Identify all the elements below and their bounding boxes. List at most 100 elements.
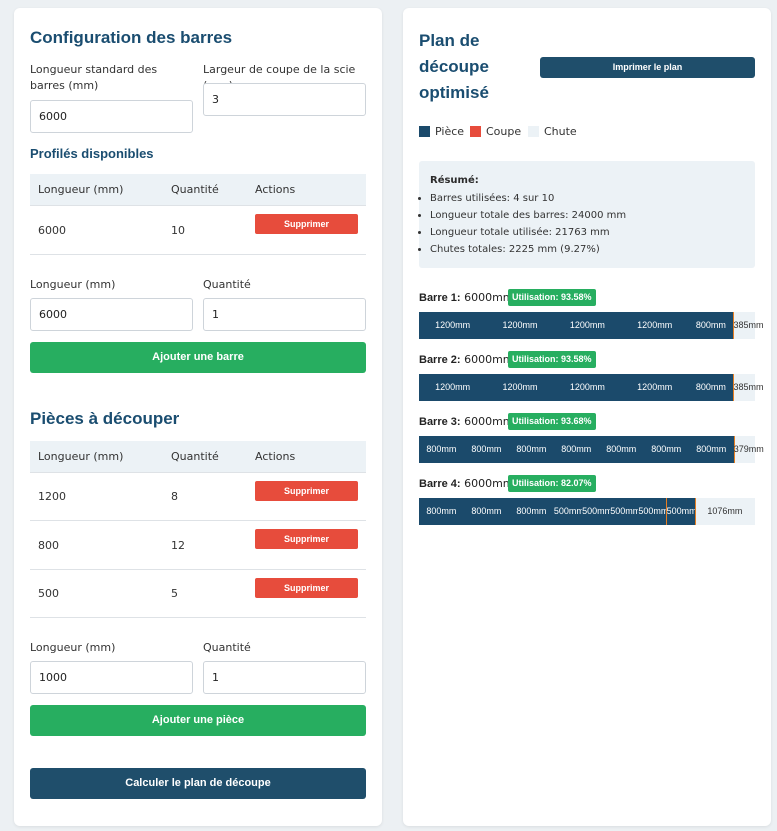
row-length: 6000 — [38, 224, 66, 237]
summary-item: Barres utilisées: 4 sur 10 — [430, 190, 626, 207]
bar-piece: 800mm — [419, 436, 464, 463]
bar-piece: 1200mm — [419, 374, 487, 401]
bar-title: Barre 1: 6000mm — [419, 291, 514, 304]
cut-swatch — [470, 126, 481, 137]
table-row: 1200 8 Supprimer — [30, 473, 366, 521]
utilisation-badge: Utilisation: 93.58% — [508, 351, 596, 368]
bar-waste: 385mm — [733, 320, 764, 330]
print-button[interactable]: Imprimer le plan — [540, 57, 755, 78]
pieces-table-header: Longueur (mm) Quantité Actions — [30, 441, 366, 473]
bar-title: Barre 2: 6000mm — [419, 353, 514, 366]
table-row: 6000 10 Supprimer — [30, 206, 366, 255]
delete-button[interactable]: Supprimer — [255, 529, 358, 549]
new-piece-length-label: Longueur (mm) — [30, 641, 116, 654]
bar-piece: 800mm — [463, 498, 509, 525]
bar-length: 6000mm — [460, 477, 514, 490]
bar-title: Barre 3: 6000mm — [419, 415, 514, 428]
new-bar-length-input[interactable]: 6000 — [30, 298, 193, 331]
summary-item: Chutes totales: 2225 mm (9.27%) — [430, 241, 626, 258]
row-length: 800 — [38, 539, 59, 552]
col-qty: Quantité — [171, 450, 219, 463]
legend-waste: Chute — [544, 125, 577, 138]
col-qty: Quantité — [171, 183, 219, 196]
cutting-bar: 800mm 800mm 800mm 500mm 500mm 500mm 500mm 500mm… — [419, 498, 755, 525]
plan-panel: Plan de découpe optimisé Imprimer le pla… — [403, 8, 771, 826]
delete-button[interactable]: Supprimer — [255, 481, 358, 501]
col-actions: Actions — [255, 450, 296, 463]
bar-piece: 500mm — [582, 498, 611, 525]
bar-piece: 800mm — [688, 436, 734, 463]
plan-title-line: découpe — [419, 57, 489, 76]
utilisation-badge: Utilisation: 93.58% — [508, 289, 596, 306]
row-length: 500 — [38, 587, 59, 600]
cutting-bar: 800mm 800mm 800mm 800mm 800mm 800mm 800mm 379mm — [419, 436, 764, 463]
bar-piece: 1200mm — [486, 374, 554, 401]
plan-title: Plan de découpe optimisé — [419, 28, 489, 106]
bar-piece: 800mm — [419, 498, 464, 525]
row-qty: 10 — [171, 224, 185, 237]
bar-piece: 500mm — [638, 498, 667, 525]
bar-piece: 1200mm — [419, 312, 487, 339]
bar-waste: 379mm — [733, 444, 764, 454]
row-qty: 5 — [171, 587, 178, 600]
bar-piece: 800mm — [508, 498, 554, 525]
plan-title-line: Plan de — [419, 31, 480, 50]
bar-title: Barre 4: 6000mm — [419, 477, 514, 490]
kerf-input[interactable]: 3 — [203, 83, 366, 116]
pieces-title: Pièces à découper — [30, 409, 180, 428]
table-row: 800 12 Supprimer — [30, 521, 366, 570]
bar-name: Barre 1: — [419, 292, 461, 304]
bar-name: Barre 4: — [419, 478, 461, 490]
summary-box: Résumé: Barres utilisées: 4 sur 10 Longu… — [419, 161, 755, 268]
legend-piece: Pièce — [435, 125, 465, 138]
bar-piece: 1200mm — [553, 312, 621, 339]
profiles-table-header: Longueur (mm) Quantité Actions — [30, 174, 366, 206]
summary-list: Barres utilisées: 4 sur 10 Longueur tota… — [430, 190, 626, 258]
legend: Pièce Coupe Chute — [419, 125, 719, 139]
bar-length: 6000mm — [460, 291, 514, 304]
delete-button[interactable]: Supprimer — [255, 214, 358, 234]
bar-piece: 800mm — [463, 436, 509, 463]
bar-piece: 500mm — [553, 498, 582, 525]
bar-piece: 1200mm — [486, 312, 554, 339]
bar-piece: 500mm — [610, 498, 639, 525]
std-length-input[interactable]: 6000 — [30, 100, 193, 133]
bar-name: Barre 2: — [419, 354, 461, 366]
new-piece-qty-label: Quantité — [203, 641, 251, 654]
row-length: 1200 — [38, 490, 66, 503]
bar-length: 6000mm — [460, 353, 514, 366]
summary-item: Longueur totale des barres: 24000 mm — [430, 207, 626, 224]
new-bar-length-label: Longueur (mm) — [30, 278, 116, 291]
bar-piece: 800mm — [688, 312, 734, 339]
calculate-button[interactable]: Calculer le plan de découpe — [30, 768, 366, 799]
new-bar-qty-input[interactable]: 1 — [203, 298, 366, 331]
table-row: 500 5 Supprimer — [30, 570, 366, 618]
delete-button[interactable]: Supprimer — [255, 578, 358, 598]
new-piece-length-input[interactable]: 1000 — [30, 661, 193, 694]
bar-piece: 800mm — [508, 436, 554, 463]
configuration-panel: Configuration des barres Longueur standa… — [14, 8, 382, 826]
bar-piece: 800mm — [643, 436, 689, 463]
bar-piece: 1200mm — [621, 312, 689, 339]
cutting-bar: 1200mm 1200mm 1200mm 1200mm 800mm 385mm — [419, 312, 764, 339]
bar-piece: 800mm — [688, 374, 734, 401]
new-bar-qty-label: Quantité — [203, 278, 251, 291]
utilisation-badge: Utilisation: 82.07% — [508, 475, 596, 492]
bar-piece: 1200mm — [553, 374, 621, 401]
utilisation-badge: Utilisation: 93.68% — [508, 413, 596, 430]
row-qty: 8 — [171, 490, 178, 503]
bar-piece: 500mm — [666, 498, 695, 525]
col-length: Longueur (mm) — [38, 450, 124, 463]
profiles-title: Profilés disponibles — [30, 146, 154, 161]
bar-waste: 1076mm — [707, 506, 743, 516]
add-piece-button[interactable]: Ajouter une pièce — [30, 705, 366, 736]
std-length-label: Longueur standard des barres (mm) — [30, 63, 158, 92]
waste-swatch — [528, 126, 539, 137]
config-title: Configuration des barres — [30, 28, 233, 47]
summary-item: Longueur totale utilisée: 21763 mm — [430, 224, 626, 241]
bar-name: Barre 3: — [419, 416, 461, 428]
new-piece-qty-input[interactable]: 1 — [203, 661, 366, 694]
add-bar-button[interactable]: Ajouter une barre — [30, 342, 366, 373]
bar-waste: 385mm — [733, 382, 764, 392]
summary-title: Résumé: — [430, 175, 479, 186]
